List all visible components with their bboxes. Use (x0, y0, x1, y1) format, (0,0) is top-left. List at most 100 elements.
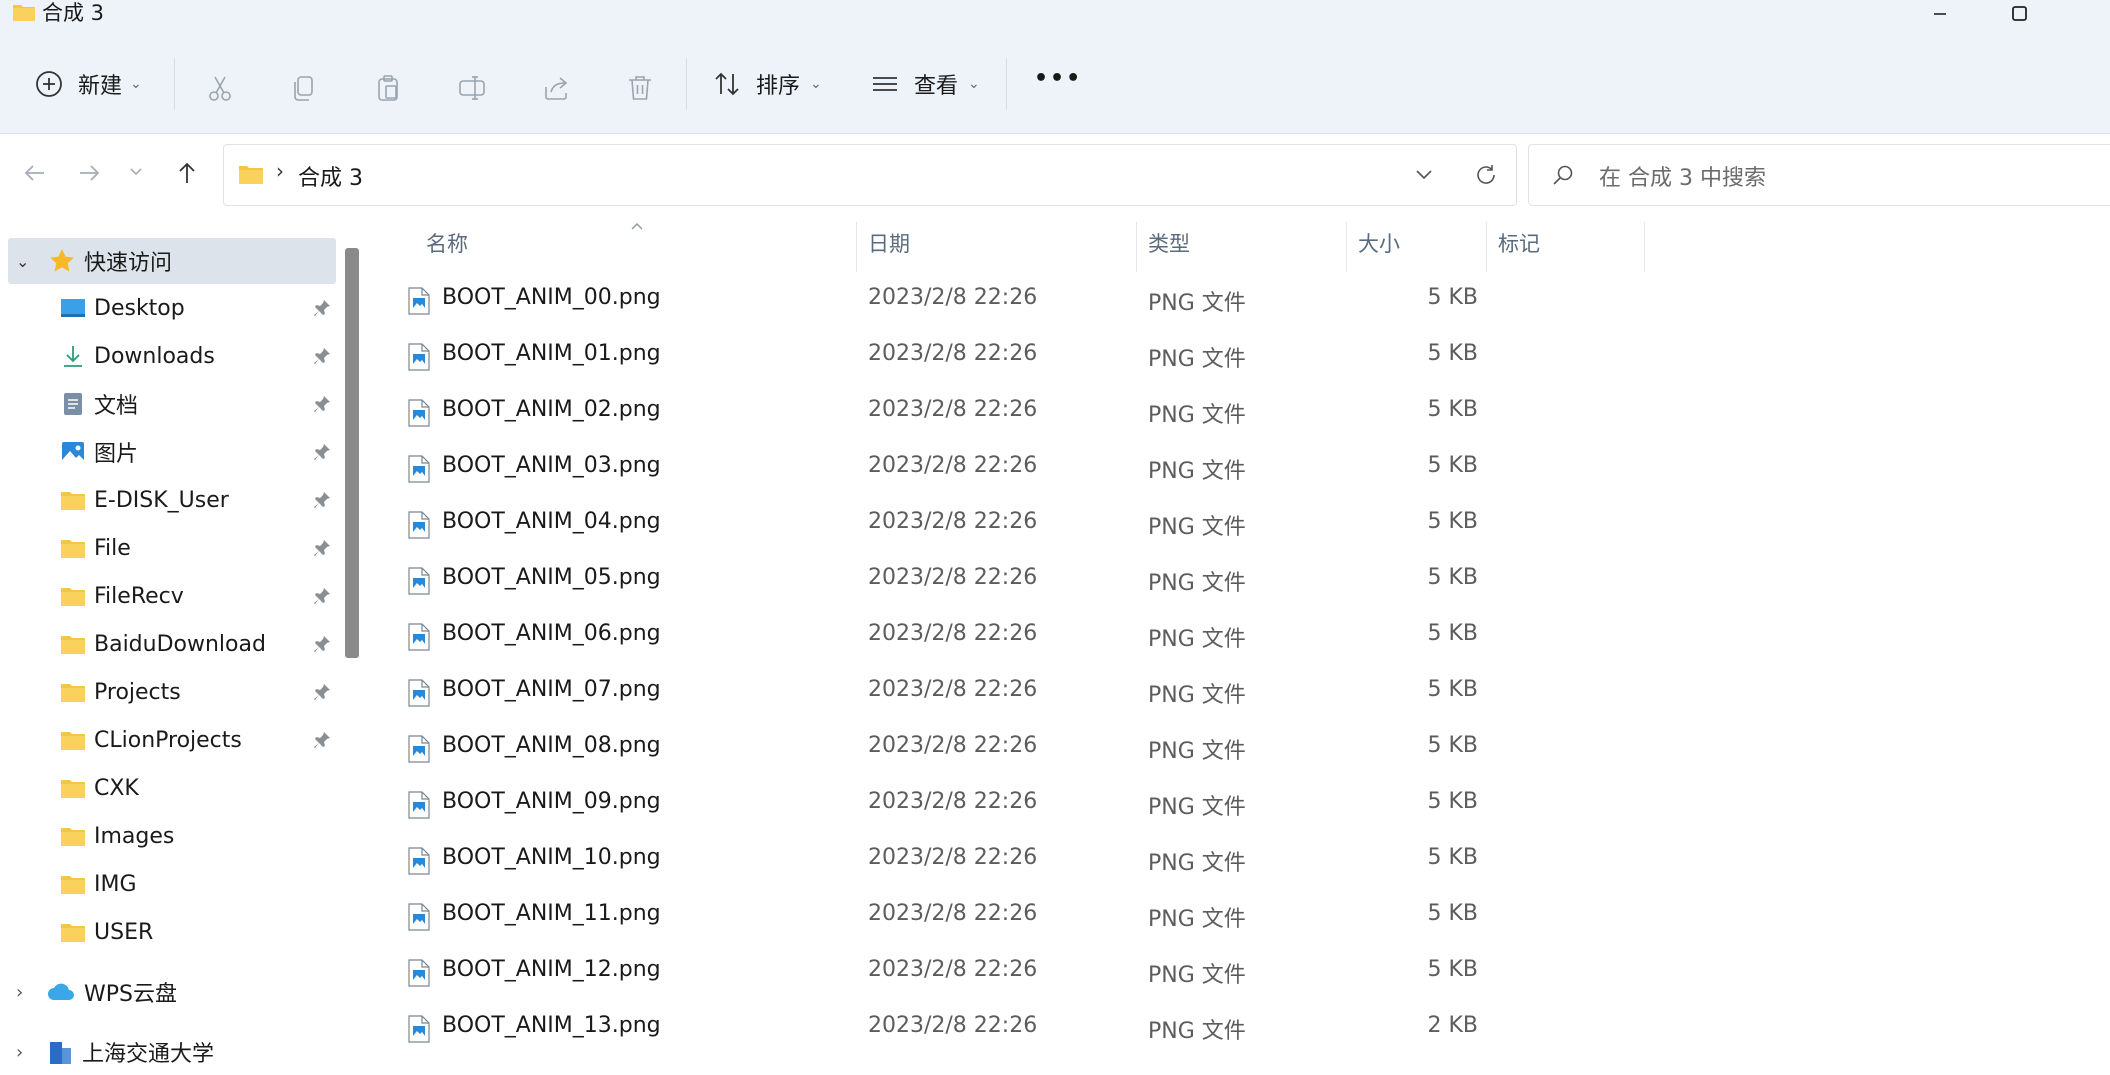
address-bar[interactable]: › 合成 3 (223, 144, 1517, 206)
up-arrow-icon[interactable] (174, 160, 200, 186)
sidebar-item-sjtu[interactable]: › 上海交通大学 (0, 1029, 340, 1075)
column-divider[interactable] (1346, 222, 1347, 272)
file-row[interactable]: BOOT_ANIM_03.png 2023/2/8 22:26 PNG 文件 5 KB (368, 441, 2110, 497)
file-name: BOOT_ANIM_01.png (442, 341, 661, 366)
sidebar-item-e-disk-user[interactable]: E-DISK_User (0, 477, 400, 523)
chevron-right-icon[interactable]: › (16, 1042, 38, 1063)
column-divider[interactable] (1644, 222, 1645, 272)
paste-button[interactable] (368, 68, 408, 108)
file-date: 2023/2/8 22:26 (868, 397, 1038, 422)
rename-button[interactable] (452, 68, 492, 108)
file-row[interactable]: BOOT_ANIM_01.png 2023/2/8 22:26 PNG 文件 5 KB (368, 329, 2110, 385)
sidebar-item-file[interactable]: File (0, 525, 400, 571)
file-row[interactable]: BOOT_ANIM_02.png 2023/2/8 22:26 PNG 文件 5 KB (368, 385, 2110, 441)
folder-icon (61, 540, 85, 558)
search-box[interactable]: 在 合成 3 中搜索 (1528, 144, 2110, 206)
column-header-date[interactable]: 日期 (868, 228, 910, 258)
sidebar-item-filerecv[interactable]: FileRecv (0, 573, 400, 619)
sidebar-item-cxk[interactable]: CXK (0, 765, 400, 811)
forward-arrow-icon[interactable] (76, 160, 102, 186)
title-bar: 合成 3 (0, 0, 2110, 28)
file-row[interactable]: BOOT_ANIM_04.png 2023/2/8 22:26 PNG 文件 5 KB (368, 497, 2110, 553)
file-type: PNG 文件 (1148, 739, 1246, 764)
sidebar-item-label: FileRecv (94, 583, 184, 609)
sidebar-item-quick-access[interactable]: ⌄ 快速访问 (8, 238, 336, 284)
sidebar-item-pictures[interactable]: 图片 (0, 429, 400, 475)
sort-button[interactable]: 排序 ⌄ (712, 68, 822, 100)
sidebar-item-baidudownload[interactable]: BaiduDownload (0, 621, 400, 667)
back-arrow-icon[interactable] (22, 160, 48, 186)
file-row[interactable]: BOOT_ANIM_06.png 2023/2/8 22:26 PNG 文件 5 KB (368, 609, 2110, 665)
file-type: PNG 文件 (1148, 515, 1246, 540)
sidebar-item-img[interactable]: IMG (0, 861, 400, 907)
recent-locations-chevron-icon[interactable] (128, 164, 144, 180)
file-row[interactable]: BOOT_ANIM_11.png 2023/2/8 22:26 PNG 文件 5 KB (368, 889, 2110, 945)
column-header-tags[interactable]: 标记 (1498, 228, 1540, 258)
more-options-button[interactable]: ••• (1034, 66, 1082, 91)
cut-button[interactable] (200, 68, 240, 108)
file-row[interactable]: BOOT_ANIM_08.png 2023/2/8 22:26 PNG 文件 5 KB (368, 721, 2110, 777)
file-type: PNG 文件 (1148, 795, 1246, 820)
file-row[interactable]: BOOT_ANIM_07.png 2023/2/8 22:26 PNG 文件 5 KB (368, 665, 2110, 721)
sidebar-item-projects[interactable]: Projects (0, 669, 400, 715)
file-name: BOOT_ANIM_00.png (442, 285, 661, 310)
minimize-button[interactable] (1910, 0, 1970, 28)
file-row[interactable]: BOOT_ANIM_09.png 2023/2/8 22:26 PNG 文件 5 KB (368, 777, 2110, 833)
sidebar-item-label: Images (94, 823, 175, 849)
file-row[interactable]: BOOT_ANIM_10.png 2023/2/8 22:26 PNG 文件 5 KB (368, 833, 2110, 889)
sidebar-item-downloads[interactable]: Downloads (0, 333, 400, 379)
column-header-size[interactable]: 大小 (1358, 228, 1400, 258)
sort-ascending-icon (631, 223, 643, 230)
folder-icon (61, 636, 85, 654)
folder-icon (61, 780, 85, 798)
sidebar-item-label: BaiduDownload (94, 631, 266, 657)
file-row[interactable]: BOOT_ANIM_00.png 2023/2/8 22:26 PNG 文件 5 KB (368, 273, 2110, 329)
search-input[interactable]: 在 合成 3 中搜索 (1599, 160, 1766, 192)
sidebar-item-wps-cloud[interactable]: › WPS云盘 (0, 969, 340, 1015)
png-file-icon (408, 735, 430, 763)
sidebar-item-desktop[interactable]: Desktop (0, 285, 400, 331)
view-button[interactable]: 查看 ⌄ (870, 68, 980, 100)
png-file-icon (408, 455, 430, 483)
file-row[interactable]: BOOT_ANIM_05.png 2023/2/8 22:26 PNG 文件 5 KB (368, 553, 2110, 609)
file-size: 5 KB (1427, 565, 1478, 590)
desktop-icon (61, 299, 85, 317)
file-type: PNG 文件 (1148, 851, 1246, 876)
column-divider[interactable] (1136, 222, 1137, 272)
sidebar-item-documents[interactable]: 文档 (0, 381, 400, 427)
new-button[interactable]: 新建 ⌄ (34, 68, 142, 100)
copy-button[interactable] (284, 68, 324, 108)
sidebar-item-clionprojects[interactable]: CLionProjects (0, 717, 400, 763)
file-date: 2023/2/8 22:26 (868, 957, 1038, 982)
folder-icon (61, 588, 85, 606)
chevron-down-icon[interactable]: ⌄ (16, 252, 38, 271)
refresh-icon[interactable] (1474, 163, 1498, 187)
png-file-icon (408, 567, 430, 595)
sidebar-scrollbar[interactable] (345, 248, 359, 658)
column-divider[interactable] (856, 222, 857, 272)
column-header-type[interactable]: 类型 (1148, 228, 1190, 258)
sidebar-item-user[interactable]: USER (0, 909, 400, 955)
png-file-icon (408, 679, 430, 707)
document-icon (64, 393, 82, 415)
sidebar-item-images[interactable]: Images (0, 813, 400, 859)
window-title: 合成 3 (42, 1, 105, 25)
file-size: 5 KB (1427, 789, 1478, 814)
folder-icon (239, 166, 263, 184)
file-row[interactable]: BOOT_ANIM_12.png 2023/2/8 22:26 PNG 文件 5 KB (368, 945, 2110, 1001)
chevron-right-icon[interactable]: › (16, 982, 38, 1003)
column-header-name[interactable]: 名称 (426, 228, 468, 258)
maximize-button[interactable] (1990, 0, 2050, 28)
sidebar-item-label: 文档 (94, 394, 139, 419)
file-row[interactable]: BOOT_ANIM_13.png 2023/2/8 22:26 PNG 文件 2 KB (368, 1001, 2110, 1057)
chevron-down-icon[interactable] (1414, 167, 1434, 183)
pin-icon (314, 588, 330, 604)
share-button[interactable] (536, 68, 576, 108)
file-size: 5 KB (1427, 733, 1478, 758)
delete-button[interactable] (620, 68, 660, 108)
file-date: 2023/2/8 22:26 (868, 621, 1038, 646)
star-icon (50, 249, 74, 272)
breadcrumb[interactable]: 合成 3 (298, 160, 363, 192)
column-divider[interactable] (1486, 222, 1487, 272)
png-file-icon (408, 1015, 430, 1043)
